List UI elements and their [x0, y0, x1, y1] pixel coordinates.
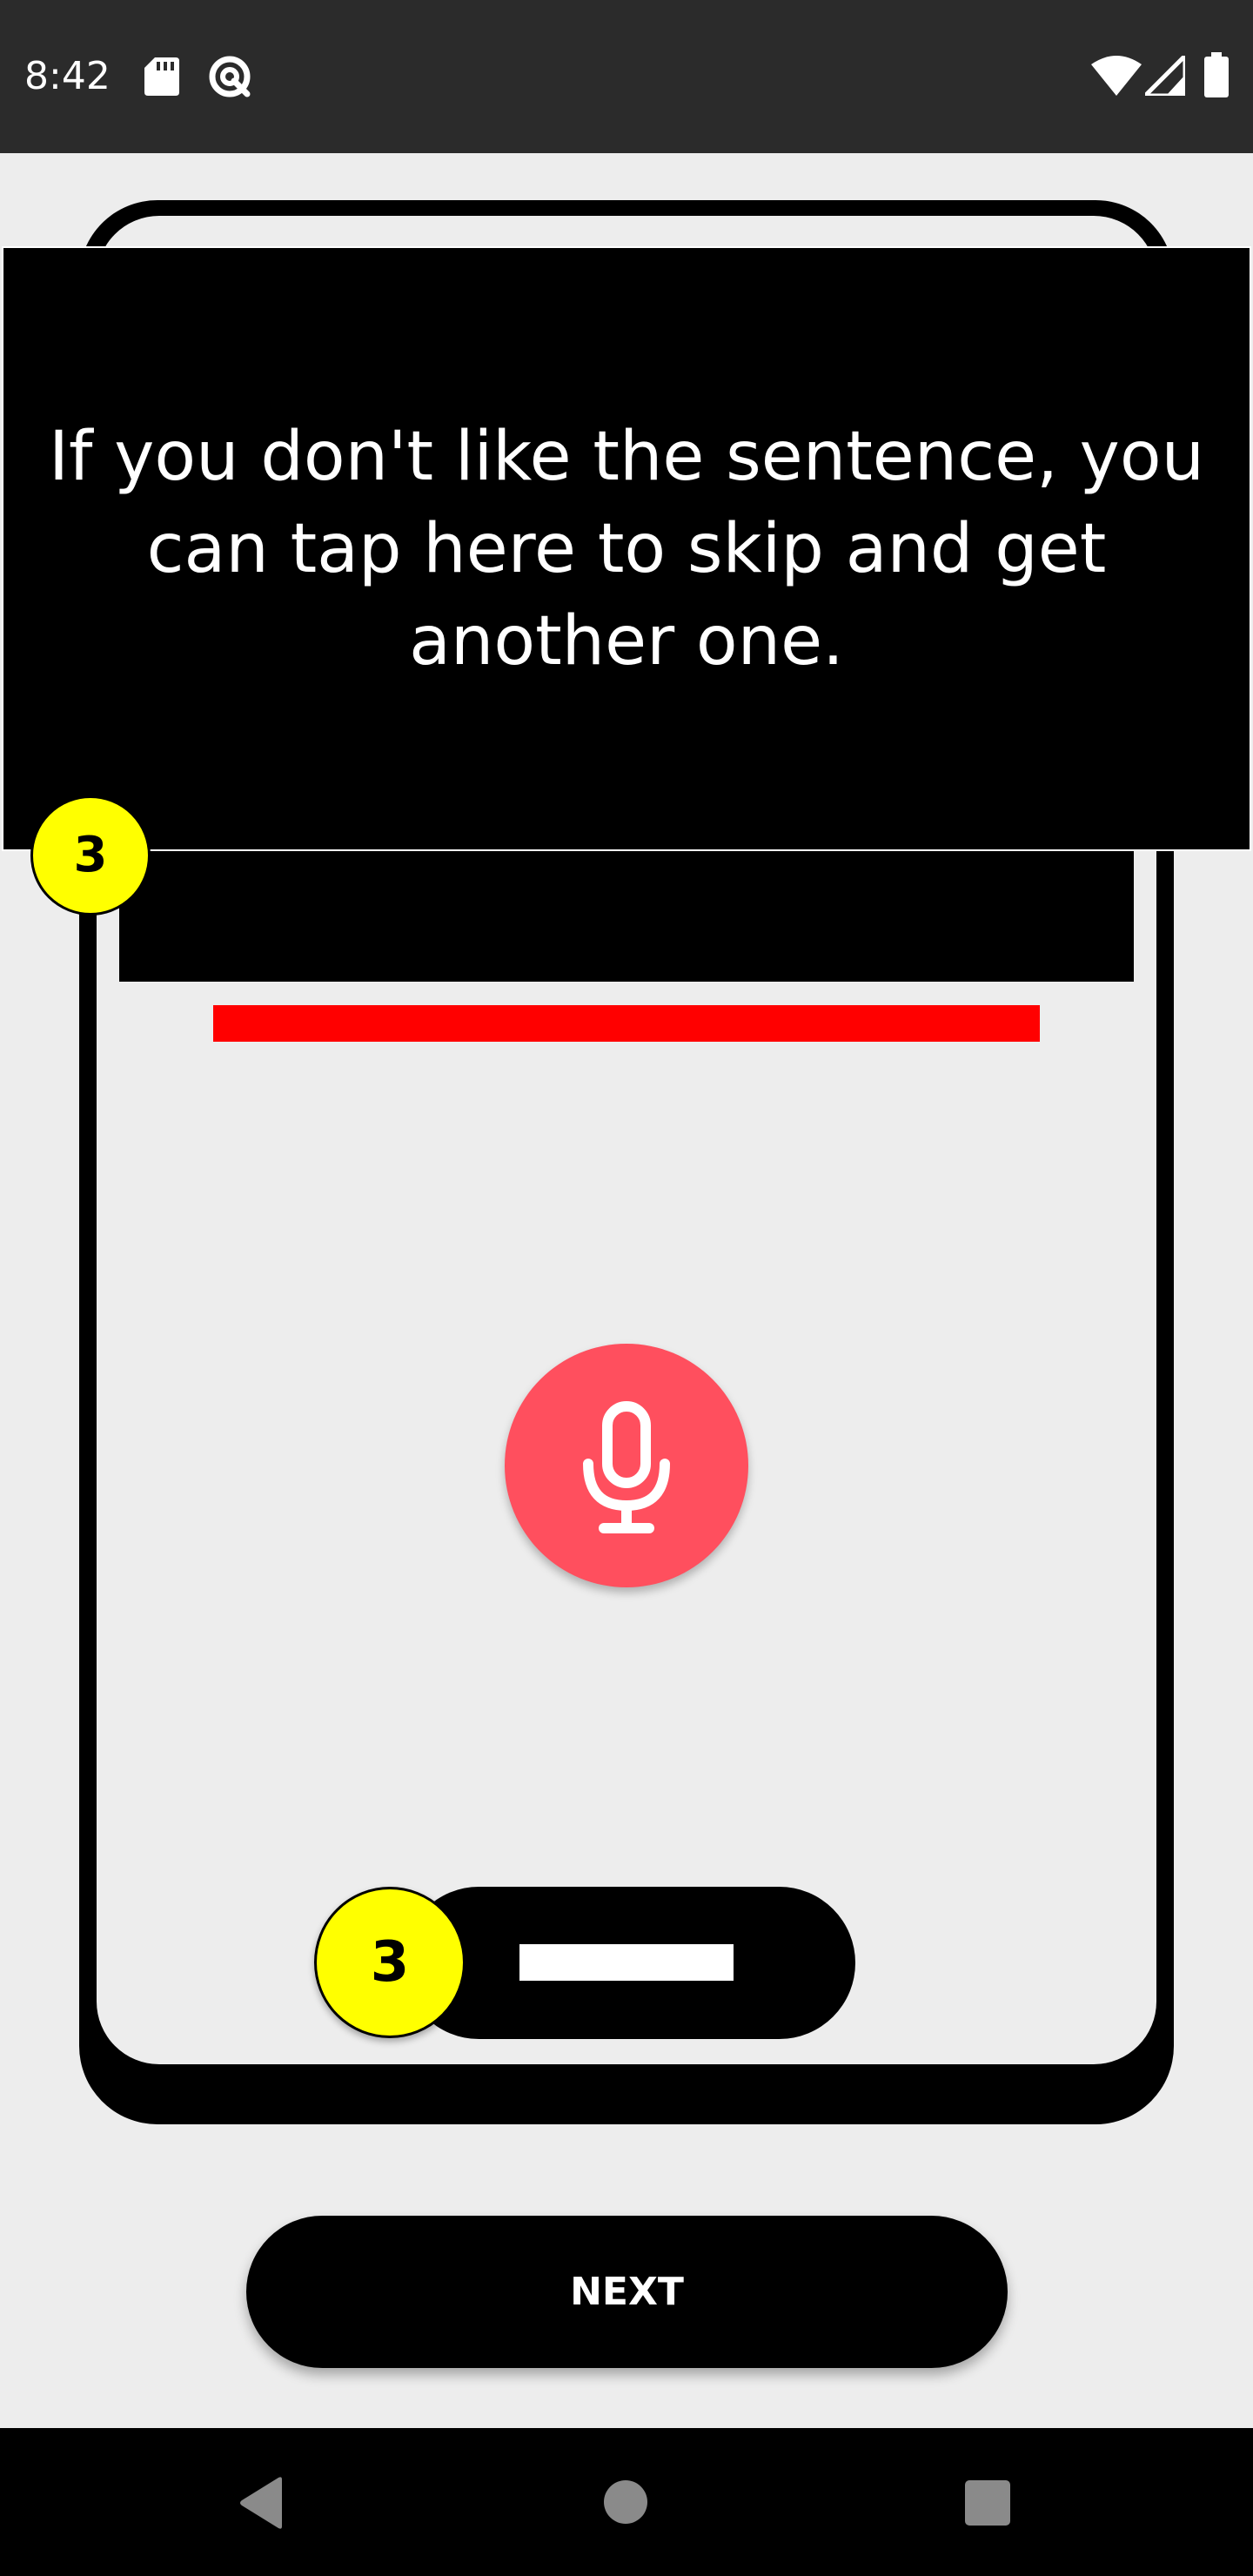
step-badge-top: 3 — [30, 795, 151, 916]
cellular-signal-icon — [1145, 56, 1185, 96]
sd-card-icon — [144, 57, 179, 96]
battery-icon — [1204, 52, 1229, 97]
status-time: 8:42 — [24, 54, 111, 98]
skip-button-label-placeholder — [519, 1944, 734, 1981]
step-badge-skip: 3 — [314, 1887, 466, 2038]
record-button[interactable] — [505, 1344, 748, 1587]
home-icon[interactable] — [604, 2480, 647, 2524]
tutorial-tooltip: If you don't like the sentence, you can … — [2, 246, 1251, 851]
recents-icon[interactable] — [965, 2480, 1010, 2526]
wifi-icon — [1091, 56, 1142, 96]
sentence-placeholder — [119, 835, 1134, 982]
back-icon[interactable] — [237, 2476, 285, 2530]
status-bar: 8:42 — [0, 0, 1253, 153]
progress-bar-highlight — [213, 1005, 1040, 1042]
data-saver-icon — [209, 56, 251, 97]
tooltip-text: If you don't like the sentence, you can … — [48, 417, 1205, 681]
next-button[interactable]: NEXT — [246, 2216, 1008, 2368]
microphone-icon — [583, 1401, 670, 1533]
